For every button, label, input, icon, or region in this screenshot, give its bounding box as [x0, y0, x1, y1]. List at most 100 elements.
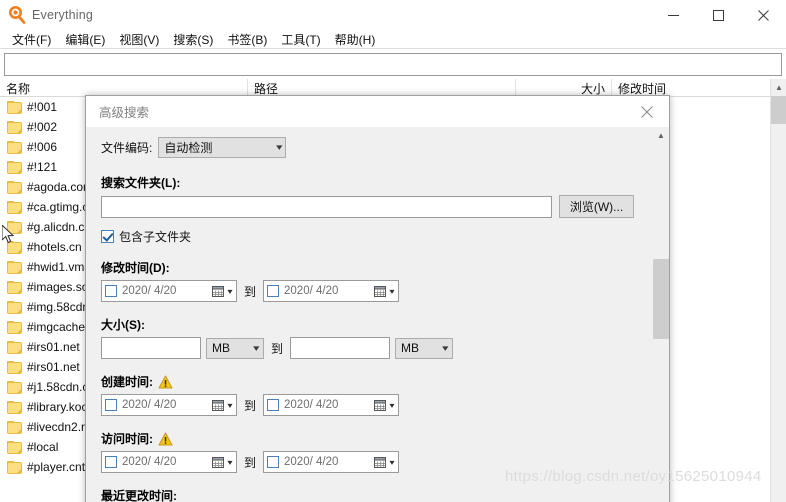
search-folder-input[interactable]: [101, 195, 552, 218]
modified-time-label: 修改时间(D):: [101, 259, 655, 276]
accessed-time-from-datepicker[interactable]: 2020/ 4/20 ▾: [101, 451, 237, 473]
chevron-down-icon: ▾: [275, 142, 283, 152]
size-from-unit-value: MB: [212, 341, 230, 355]
dialog-close-button[interactable]: [624, 96, 669, 127]
chevron-down-icon[interactable]: ▾: [227, 287, 232, 296]
everything-window: Everything 文件(F) 编辑(E) 视图(V) 搜索(S) 书签(B)…: [0, 0, 786, 502]
folder-icon: [7, 120, 22, 134]
modified-time-row: 2020/ 4/20 ▾ 到 2020/ 4/20 ▾: [101, 280, 655, 302]
file-name-text: #local: [27, 440, 59, 454]
size-from-unit-select[interactable]: MB ▾: [206, 337, 264, 359]
modified-time-to-label: 到: [244, 284, 257, 299]
dialog-body: 文件编码: 自动检测 ▾ 搜索文件夹(L): 浏览(W)... 包含子文件夹 修…: [86, 127, 669, 502]
created-time-row: 2020/ 4/20 ▾ 到 2020/ 4/20 ▾: [101, 394, 655, 416]
accessed-time-to-checkbox[interactable]: [267, 456, 280, 468]
chevron-down-icon: ▾: [253, 342, 260, 353]
chevron-down-icon[interactable]: ▾: [227, 401, 232, 410]
menu-search[interactable]: 搜索(S): [166, 30, 220, 49]
file-name-text: #agoda.com: [27, 180, 94, 194]
folder-icon: [7, 200, 22, 214]
calendar-icon: [211, 285, 225, 298]
window-title: Everything: [32, 8, 94, 22]
created-time-from-datepicker[interactable]: 2020/ 4/20 ▾: [101, 394, 237, 416]
chevron-down-icon[interactable]: ▾: [389, 401, 394, 410]
folder-icon: [7, 380, 22, 394]
calendar-icon: [374, 285, 387, 298]
search-folder-label: 搜索文件夹(L):: [101, 174, 655, 191]
created-time-to-checkbox[interactable]: [267, 399, 280, 411]
include-subfolders-checkbox[interactable]: [101, 230, 114, 243]
search-bar: [0, 50, 786, 79]
encoding-label: 文件编码:: [101, 141, 153, 155]
folder-icon: [7, 260, 22, 274]
accessed-time-to-value: 2020/ 4/20: [284, 456, 339, 468]
file-name-text: #!121: [27, 160, 58, 174]
size-from-input[interactable]: [101, 337, 201, 359]
menu-view[interactable]: 视图(V): [112, 30, 166, 49]
search-input[interactable]: [4, 53, 782, 76]
modified-time-from-datepicker[interactable]: 2020/ 4/20 ▾: [101, 280, 237, 302]
created-time-to-label: 到: [244, 398, 257, 413]
folder-icon: [7, 440, 22, 454]
folder-icon: [7, 460, 22, 474]
dialog-scroll-up-icon[interactable]: ▲: [653, 127, 669, 144]
dialog-vertical-scrollbar[interactable]: ▲: [653, 127, 669, 502]
search-folder-label-text: 搜索文件夹(L):: [101, 176, 181, 190]
created-time-from-value: 2020/ 4/20: [122, 399, 177, 411]
menu-tools[interactable]: 工具(T): [274, 30, 327, 49]
modified-time-from-checkbox[interactable]: [105, 285, 117, 297]
window-controls: [651, 0, 786, 30]
accessed-time-row: 2020/ 4/20 ▾ 到 2020/ 4/20 ▾: [101, 451, 655, 473]
folder-icon: [7, 220, 22, 234]
modified-time-to-datepicker[interactable]: 2020/ 4/20 ▾: [263, 280, 400, 302]
accessed-time-from-checkbox[interactable]: [105, 456, 117, 468]
folder-icon: [7, 420, 22, 434]
folder-icon: [7, 360, 22, 374]
modified-time-from-value: 2020/ 4/20: [122, 285, 177, 297]
chevron-down-icon: ▾: [442, 342, 449, 353]
encoding-value: 自动检测: [164, 141, 213, 155]
calendar-icon: [211, 399, 225, 412]
main-vertical-scrollbar[interactable]: ▲: [770, 79, 786, 502]
file-name-text: #irs01.net: [27, 360, 80, 374]
created-time-from-checkbox[interactable]: [105, 399, 117, 411]
calendar-icon: [211, 456, 225, 469]
search-folder-row: 浏览(W)...: [101, 195, 655, 218]
folder-icon: [7, 300, 22, 314]
chevron-down-icon[interactable]: ▾: [389, 287, 394, 296]
accessed-time-label: 访问时间:: [101, 430, 655, 447]
file-name-text: #!001: [27, 100, 58, 114]
created-time-to-datepicker[interactable]: 2020/ 4/20 ▾: [263, 394, 400, 416]
chevron-down-icon[interactable]: ▾: [389, 458, 394, 467]
dialog-title: 高级搜索: [99, 106, 150, 120]
menu-help[interactable]: 帮助(H): [328, 30, 383, 49]
accessed-time-to-datepicker[interactable]: 2020/ 4/20 ▾: [263, 451, 400, 473]
file-name-text: #library.koc: [27, 400, 88, 414]
encoding-select[interactable]: 自动检测 ▾: [158, 137, 287, 158]
chevron-down-icon[interactable]: ▾: [227, 458, 232, 467]
size-row: MB ▾ 到 MB ▾: [101, 337, 655, 359]
recently-changed-time-label-text: 最近更改时间:: [101, 489, 177, 502]
file-name-text: #hotels.cn: [27, 240, 82, 254]
size-to-input[interactable]: [290, 337, 391, 359]
browse-button[interactable]: 浏览(W)...: [559, 195, 634, 218]
dialog-scrollbar-thumb[interactable]: [653, 259, 669, 339]
folder-icon: [7, 320, 22, 334]
menu-bookmark[interactable]: 书签(B): [220, 30, 274, 49]
dialog-title-bar: 高级搜索: [86, 96, 669, 127]
menu-edit[interactable]: 编辑(E): [58, 30, 112, 49]
file-name-text: #!002: [27, 120, 58, 134]
dialog-content: 文件编码: 自动检测 ▾ 搜索文件夹(L): 浏览(W)... 包含子文件夹 修…: [86, 127, 655, 502]
file-name-text: #player.cntv: [27, 460, 92, 474]
folder-icon: [7, 400, 22, 414]
minimize-button[interactable]: [651, 0, 696, 30]
menu-file[interactable]: 文件(F): [5, 30, 58, 49]
modified-time-to-checkbox[interactable]: [267, 285, 280, 297]
size-to-unit-select[interactable]: MB ▾: [395, 337, 454, 359]
calendar-icon: [374, 399, 387, 412]
scrollbar-thumb[interactable]: [771, 96, 786, 124]
maximize-button[interactable]: [696, 0, 741, 30]
scroll-up-icon[interactable]: ▲: [771, 79, 786, 96]
include-subfolders-row[interactable]: 包含子文件夹: [101, 228, 655, 245]
close-button[interactable]: [741, 0, 786, 30]
